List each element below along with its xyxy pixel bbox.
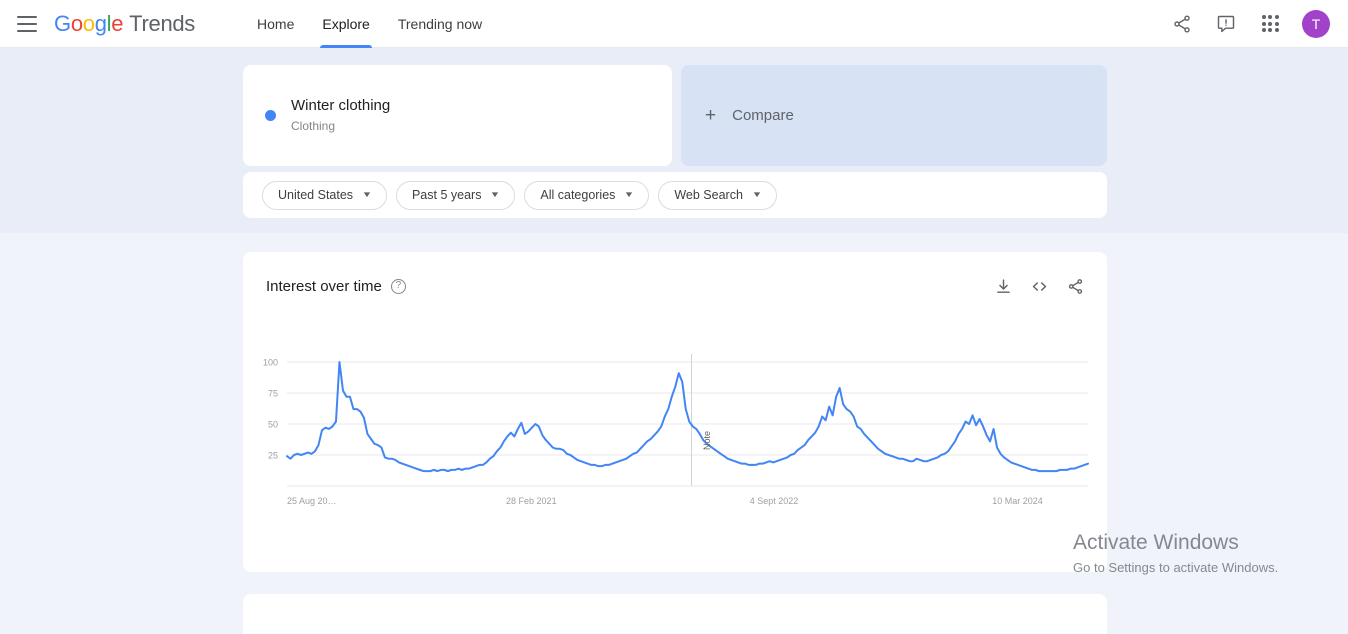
compare-label: Compare [732, 107, 794, 124]
logo-letter-o1: o [70, 10, 83, 36]
chevron-down-icon: ▼ [361, 190, 373, 199]
apps-grid-icon[interactable] [1258, 12, 1282, 36]
nav-item-trending-now[interactable]: Trending now [384, 0, 496, 48]
download-icon[interactable] [993, 276, 1013, 296]
top-bar-actions: T [1170, 9, 1330, 38]
windows-activation-watermark: Activate Windows Go to Settings to activ… [1073, 530, 1278, 578]
watermark-title: Activate Windows [1073, 531, 1239, 554]
chart-canvas: 25 50 75 100 25 Aug 20… 28 Feb 2021 4 Sept 202… [263, 354, 1089, 506]
interest-over-time-header: Interest over time ? [266, 276, 1085, 296]
filter-search-type[interactable]: Web Search ▼ [658, 180, 777, 210]
embed-code-icon[interactable] [1029, 276, 1049, 296]
chevron-down-icon: ▼ [624, 190, 635, 199]
filter-time-range-label: Past 5 years [411, 188, 482, 202]
logo-letter-o2: o [82, 10, 95, 36]
query-row: Winter clothing Clothing + Compare [243, 65, 1107, 166]
hamburger-menu-icon[interactable] [17, 15, 37, 32]
logo-letter-g1: G [54, 10, 71, 36]
filters-bar: United States ▼ Past 5 years ▼ All categ… [243, 172, 1107, 218]
filter-category-label: All categories [540, 188, 616, 202]
watermark-subtitle: Go to Settings to activate Windows. [1073, 560, 1279, 575]
y-axis-tick-label: 25 [268, 451, 278, 461]
card-title: Interest over time [266, 277, 382, 295]
help-icon[interactable]: ? [390, 278, 406, 294]
logo-product-name: Trends [129, 10, 196, 36]
filter-time-range[interactable]: Past 5 years ▼ [395, 180, 516, 210]
primary-nav: Home Explore Trending now [243, 0, 496, 48]
share-icon[interactable] [1065, 276, 1085, 296]
feedback-icon[interactable] [1214, 12, 1238, 36]
google-trends-logo[interactable]: Google Trends [54, 11, 195, 37]
series-color-dot [265, 110, 276, 121]
search-term-category: Clothing [291, 119, 336, 133]
share-icon[interactable] [1170, 12, 1194, 36]
logo-letter-e: e [111, 10, 124, 36]
plus-icon: + [705, 105, 717, 126]
compare-button[interactable]: + Compare [681, 65, 1107, 166]
filter-location[interactable]: United States ▼ [262, 180, 387, 210]
nav-item-explore[interactable]: Explore [308, 0, 383, 48]
chevron-down-icon: ▼ [751, 190, 763, 199]
chevron-down-icon: ▼ [490, 190, 501, 199]
search-term-card[interactable]: Winter clothing Clothing [243, 65, 672, 166]
interest-over-time-chart[interactable]: 25 50 75 100 25 Aug 20… 28 Feb 2021 4 Sept 202… [243, 352, 1107, 522]
user-avatar[interactable]: T [1302, 9, 1330, 38]
filter-location-label: United States [278, 188, 354, 202]
x-axis-tick-label: 10 Mar 2024 [992, 496, 1043, 506]
next-section-card [243, 594, 1107, 634]
x-axis-tick-label: 28 Feb 2021 [506, 496, 557, 506]
y-axis-tick-label: 75 [268, 389, 278, 399]
nav-item-home[interactable]: Home [243, 0, 308, 48]
y-axis-tick-label: 50 [268, 420, 278, 430]
interest-over-time-card: Interest over time ? 25 50 75 100 25 Aug… [243, 252, 1107, 572]
y-axis-tick-label: 100 [263, 358, 278, 368]
x-axis-tick-label: 25 Aug 20… [287, 496, 337, 506]
card-actions [993, 276, 1085, 296]
logo-letter-g2: g [94, 10, 107, 36]
search-term-label: Winter clothing [291, 97, 391, 114]
filter-category[interactable]: All categories ▼ [524, 180, 650, 210]
chart-annotation-note: Note [701, 430, 712, 450]
x-axis-tick-label: 4 Sept 2022 [750, 496, 799, 506]
top-navigation-bar: Google Trends Home Explore Trending now [0, 0, 1348, 48]
filter-search-type-label: Web Search [674, 188, 743, 202]
